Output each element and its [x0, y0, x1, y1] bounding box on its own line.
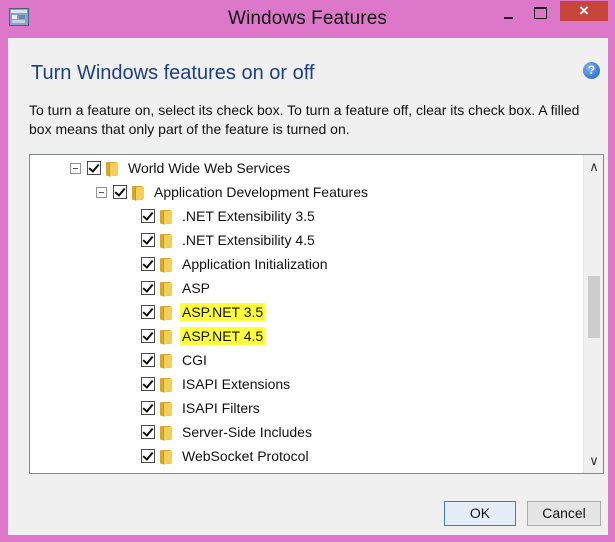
collapse-icon[interactable] — [96, 186, 107, 198]
tree-item-label: Application Initialization — [182, 256, 328, 272]
tree-item-label: CGI — [182, 352, 207, 368]
tree-item-label-highlighted: ASP.NET 4.5 — [180, 327, 266, 345]
feature-checkbox[interactable] — [141, 353, 155, 367]
folder-icon — [159, 377, 172, 393]
tree-item-label: Server-Side Includes — [182, 424, 312, 440]
tree-item-label: World Wide Web Services — [128, 160, 291, 176]
feature-checkbox[interactable] — [141, 209, 155, 223]
folder-icon — [159, 353, 172, 369]
windows-features-dialog: Windows Features × Turn Windows features… — [0, 0, 615, 542]
features-tree-viewport: World Wide Web Services Application Deve… — [30, 155, 583, 473]
folder-icon — [159, 257, 172, 273]
tree-row-application-initialization[interactable]: Application Initialization — [141, 252, 330, 276]
folder-icon — [105, 161, 118, 177]
tree-row-server-side-includes[interactable]: Server-Side Includes — [141, 420, 314, 444]
cancel-button[interactable]: Cancel — [527, 501, 601, 526]
tree-row-cgi[interactable]: CGI — [141, 348, 209, 372]
minimize-button[interactable] — [495, 4, 521, 24]
folder-icon — [159, 329, 172, 345]
tree-row-websocket-protocol[interactable]: WebSocket Protocol — [141, 444, 311, 468]
tree-item-label: .NET Extensibility 3.5 — [182, 208, 315, 224]
tree-item-label: .NET Extensibility 4.5 — [182, 232, 315, 248]
folder-icon — [153, 473, 166, 474]
maximize-button[interactable] — [528, 4, 554, 24]
scroll-up-icon[interactable]: ∧ — [584, 158, 603, 176]
tree-row-net-extensibility-45[interactable]: .NET Extensibility 4.5 — [141, 228, 317, 252]
feature-checkbox[interactable] — [141, 401, 155, 415]
folder-icon — [159, 401, 172, 417]
vertical-scrollbar[interactable]: ∧ ∨ — [583, 155, 603, 473]
tree-item-label: ISAPI Filters — [182, 400, 260, 416]
tree-row-aspnet-35[interactable]: ASP.NET 3.5 — [141, 300, 266, 324]
tree-row-asp[interactable]: ASP — [141, 276, 212, 300]
feature-checkbox[interactable] — [141, 233, 155, 247]
scrollbar-thumb[interactable] — [588, 276, 600, 338]
help-icon[interactable]: ? — [583, 62, 600, 79]
window-title: Windows Features — [228, 8, 387, 29]
tree-row-partially-visible[interactable] — [118, 468, 174, 473]
feature-checkbox[interactable] — [141, 257, 155, 271]
dialog-heading: Turn Windows features on or off — [31, 62, 315, 84]
feature-checkbox[interactable] — [141, 329, 155, 343]
tree-item-label: ISAPI Extensions — [182, 376, 291, 392]
feature-checkbox[interactable] — [141, 449, 155, 463]
feature-checkbox[interactable] — [141, 305, 155, 319]
close-button[interactable]: × — [560, 1, 608, 21]
folder-icon — [131, 185, 144, 201]
tree-row-aspnet-45[interactable]: ASP.NET 4.5 — [141, 324, 266, 348]
feature-checkbox[interactable] — [87, 161, 101, 175]
scroll-down-icon[interactable]: ∨ — [584, 452, 603, 470]
tree-item-label: ASP — [182, 280, 211, 296]
feature-checkbox[interactable] — [141, 281, 155, 295]
tree-row-isapi-extensions[interactable]: ISAPI Extensions — [141, 372, 292, 396]
folder-icon — [159, 425, 172, 441]
title-bar[interactable]: Windows Features × — [0, 0, 615, 38]
tree-item-label: Application Development Features — [154, 184, 369, 200]
feature-checkbox[interactable] — [141, 377, 155, 391]
ok-button[interactable]: OK — [444, 501, 516, 526]
feature-checkbox[interactable] — [113, 185, 127, 199]
tree-row-world-wide-web-services[interactable]: World Wide Web Services — [70, 156, 292, 180]
close-icon: × — [579, 1, 589, 20]
folder-icon — [159, 305, 172, 321]
folder-icon — [159, 233, 172, 249]
tree-row-net-extensibility-35[interactable]: .NET Extensibility 3.5 — [141, 204, 317, 228]
dialog-client-area: Turn Windows features on or off ? To tur… — [8, 38, 608, 535]
folder-icon — [159, 281, 172, 297]
tree-row-application-development-features[interactable]: Application Development Features — [96, 180, 370, 204]
tree-row-isapi-filters[interactable]: ISAPI Filters — [141, 396, 262, 420]
instructions-text: To turn a feature on, select its check b… — [29, 102, 580, 137]
folder-icon — [159, 449, 172, 465]
folder-icon — [159, 209, 172, 225]
collapse-icon[interactable] — [70, 162, 81, 174]
features-tree[interactable]: World Wide Web Services Application Deve… — [29, 154, 604, 474]
feature-checkbox[interactable] — [141, 425, 155, 439]
tree-item-label: WebSocket Protocol — [182, 448, 309, 464]
tree-item-label-highlighted: ASP.NET 3.5 — [180, 303, 266, 321]
